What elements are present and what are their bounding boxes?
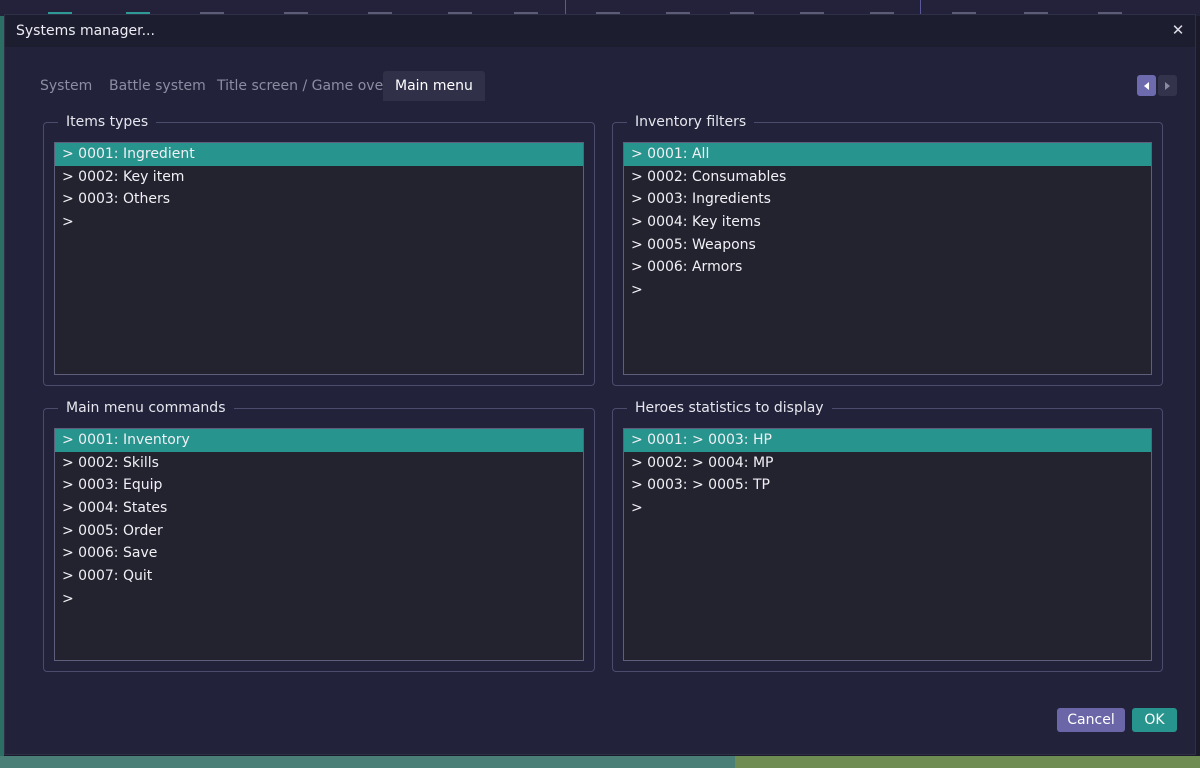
- chart-icon: [514, 0, 538, 14]
- cube-icon: [1098, 0, 1122, 14]
- list-item[interactable]: > 0001: All: [624, 143, 1151, 166]
- list-item[interactable]: >: [55, 211, 583, 234]
- items-types-list[interactable]: > 0001: Ingredient > 0002: Key item > 0003…: [54, 142, 584, 375]
- translate-icon: [368, 0, 392, 14]
- group-inventory-filters: Inventory filters > 0001: All > 0002: Con…: [612, 114, 1163, 386]
- statistics-icon: [48, 0, 72, 14]
- heroes-statistics-list[interactable]: > 0001: > 0003: HP > 0002: > 0004: MP > 00…: [623, 428, 1152, 661]
- list-item[interactable]: > 0002: Consumables: [624, 166, 1151, 189]
- group-title: Main menu commands: [58, 400, 234, 416]
- group-title: Items types: [58, 114, 157, 130]
- tab-system[interactable]: System: [31, 71, 101, 101]
- tab-main-menu[interactable]: Main menu: [383, 71, 485, 101]
- diamond-icon: [800, 0, 824, 14]
- pin-icon: [448, 0, 472, 14]
- list-item[interactable]: > 0007: Quit: [55, 565, 583, 588]
- close-icon[interactable]: ✕: [1169, 21, 1187, 39]
- group-heroes-statistics: Heroes statistics to display > 0001: > 0…: [612, 400, 1163, 672]
- keyboard-icon: [284, 0, 308, 14]
- square-icon: [666, 0, 690, 14]
- main-menu-commands-list[interactable]: > 0001: Inventory > 0002: Skills > 0003: E…: [54, 428, 584, 661]
- group-main-menu-commands: Main menu commands > 0001: Inventory > 00…: [43, 400, 595, 672]
- list-item[interactable]: >: [624, 497, 1151, 520]
- list-item[interactable]: > 0002: > 0004: MP: [624, 452, 1151, 475]
- group-items-types: Items types > 0001: Ingredient > 0002: Ke…: [43, 114, 595, 386]
- systems-manager-dialog: Systems manager... ✕ System Battle syste…: [4, 14, 1196, 755]
- tab-title-screen-game-over[interactable]: Title screen / Game over: [208, 71, 398, 101]
- list-item[interactable]: > 0003: > 0005: TP: [624, 474, 1151, 497]
- background-map-bottom: [0, 756, 1200, 768]
- picture-icon: [596, 0, 620, 14]
- cancel-button[interactable]: Cancel: [1057, 708, 1125, 732]
- group-title: Heroes statistics to display: [627, 400, 832, 416]
- list-item[interactable]: > 0004: Key items: [624, 211, 1151, 234]
- list-item[interactable]: > 0002: Skills: [55, 452, 583, 475]
- music-note-icon: [730, 0, 754, 14]
- list-item[interactable]: > 0006: Save: [55, 542, 583, 565]
- dialog-title: Systems manager...: [16, 23, 155, 39]
- chevron-left-icon[interactable]: [1137, 75, 1156, 96]
- inventory-filters-list[interactable]: > 0001: All > 0002: Consumables > 0003: In…: [623, 142, 1152, 375]
- group-title: Inventory filters: [627, 114, 755, 130]
- tab-battle-system[interactable]: Battle system: [100, 71, 215, 101]
- list-item[interactable]: > 0005: Order: [55, 520, 583, 543]
- list-item[interactable]: >: [624, 279, 1151, 302]
- wall-icon: [1024, 0, 1048, 14]
- tileset-icon: [952, 0, 976, 14]
- move-icon: [200, 0, 224, 14]
- list-item[interactable]: > 0003: Ingredients: [624, 188, 1151, 211]
- list-item[interactable]: > 0004: States: [55, 497, 583, 520]
- list-item[interactable]: > 0005: Weapons: [624, 234, 1151, 257]
- chevron-right-icon[interactable]: [1158, 75, 1177, 96]
- variables-icon: [126, 0, 150, 14]
- list-item[interactable]: > 0001: Ingredient: [55, 143, 583, 166]
- list-item[interactable]: > 0001: Inventory: [55, 429, 583, 452]
- list-item[interactable]: > 0002: Key item: [55, 166, 583, 189]
- list-item[interactable]: > 0003: Others: [55, 188, 583, 211]
- font-size-icon: [870, 0, 894, 14]
- background-grass-tiles: [735, 756, 1200, 768]
- list-item[interactable]: >: [55, 588, 583, 611]
- list-item[interactable]: > 0001: > 0003: HP: [624, 429, 1151, 452]
- list-item[interactable]: > 0006: Armors: [624, 256, 1151, 279]
- ok-button[interactable]: OK: [1132, 708, 1177, 732]
- dialog-title-bar: Systems manager... ✕: [5, 15, 1195, 47]
- list-item[interactable]: > 0003: Equip: [55, 474, 583, 497]
